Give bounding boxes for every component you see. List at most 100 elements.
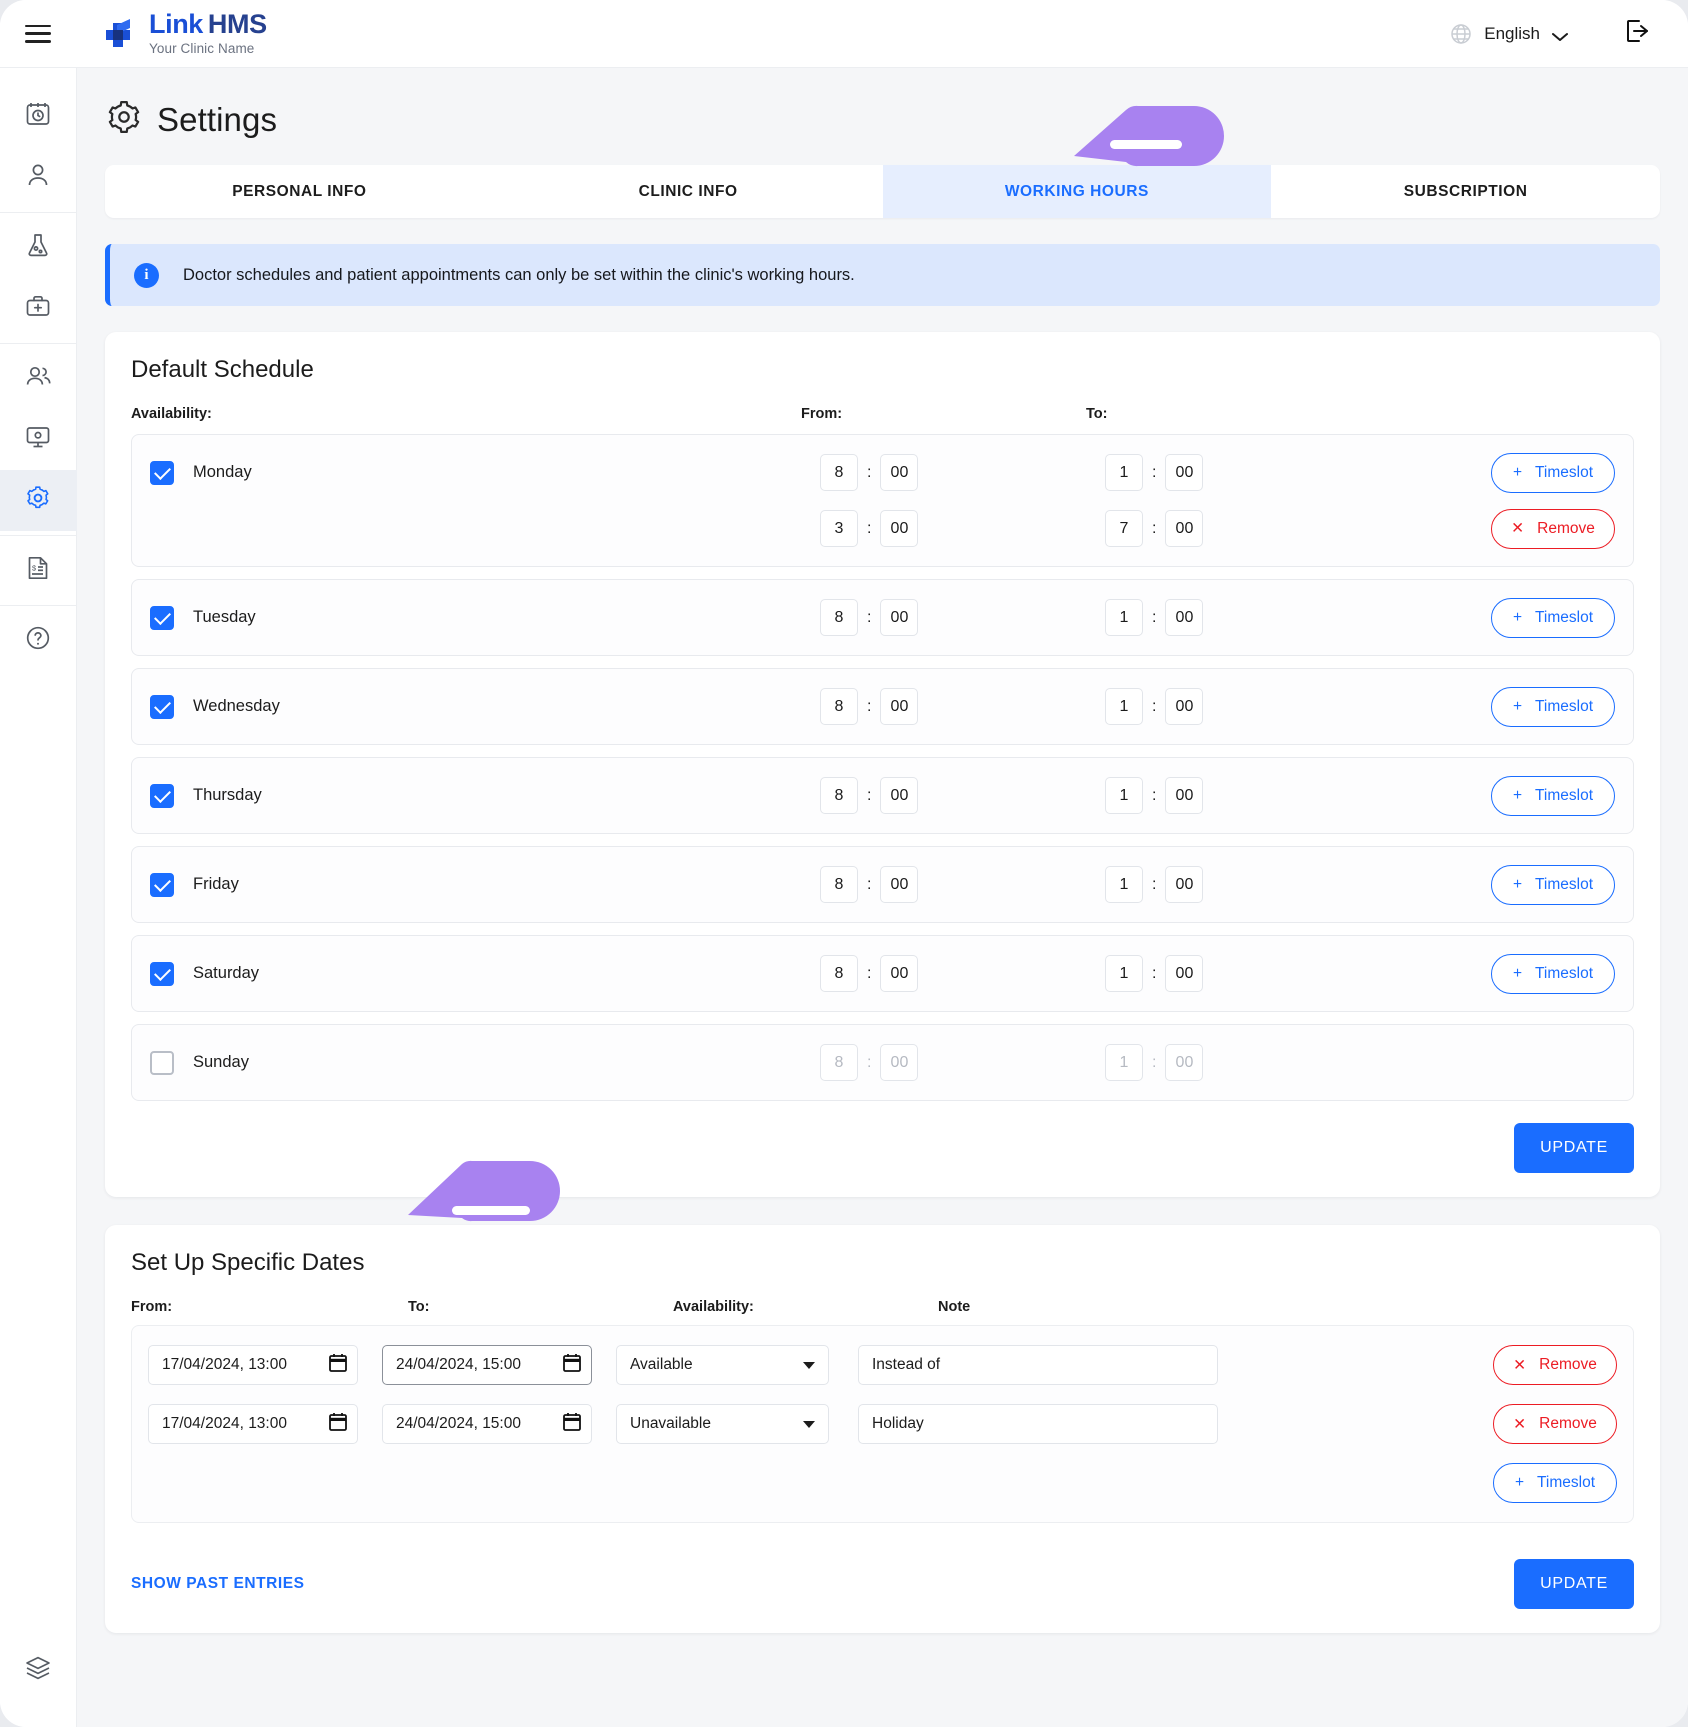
timeslot-line: Friday 8 : 00 1 : 00 + Timeslot	[150, 861, 1615, 908]
from-minute-input[interactable]: 00	[880, 1044, 919, 1081]
specific-dates-column-headers: From: To: Availability: Note	[131, 1299, 1634, 1315]
to-minute-input[interactable]: 00	[1165, 688, 1204, 725]
sidebar-item-billing[interactable]: $	[0, 540, 77, 601]
from-hour-input[interactable]: 8	[820, 599, 858, 636]
checkbox-thursday[interactable]	[150, 783, 174, 808]
to-hour-input[interactable]: 1	[1105, 866, 1143, 903]
note-input-2[interactable]: Holiday	[858, 1404, 1218, 1444]
sidebar-item-laboratory[interactable]	[0, 217, 77, 278]
sidebar-item-patients[interactable]	[0, 147, 77, 208]
plus-icon: +	[1512, 875, 1523, 893]
to-minute-input[interactable]: 00	[1165, 1044, 1204, 1081]
tab-working-hours[interactable]: WORKING HOURS	[882, 165, 1272, 218]
add-timeslot-button-saturday[interactable]: + Timeslot	[1491, 953, 1615, 994]
column-availability: Availability:	[673, 1299, 754, 1315]
checkbox-wednesday[interactable]	[150, 694, 174, 719]
from-minute-input[interactable]: 00	[880, 777, 919, 814]
to-hour-input[interactable]: 1	[1105, 454, 1143, 491]
sidebar-item-workstation[interactable]	[0, 409, 77, 470]
update-specific-dates-button[interactable]: UPDATE	[1514, 1559, 1634, 1609]
from-minute-input[interactable]: 00	[880, 454, 919, 491]
checkbox-monday[interactable]	[150, 460, 174, 485]
to-minute-input[interactable]: 00	[1165, 955, 1204, 992]
add-timeslot-button-thursday[interactable]: + Timeslot	[1491, 775, 1615, 816]
to-hour-input[interactable]: 1	[1105, 777, 1143, 814]
tab-personal-info[interactable]: PERSONAL INFO	[105, 165, 494, 218]
checkbox-friday[interactable]	[150, 872, 174, 897]
to-datetime-input-2[interactable]: 24/04/2024, 15:00	[382, 1404, 592, 1444]
to-hour-input[interactable]: 1	[1105, 599, 1143, 636]
availability-select-2[interactable]: Unavailable	[616, 1404, 829, 1444]
to-minute-input[interactable]: 00	[1165, 866, 1204, 903]
tab-clinic-info[interactable]: CLINIC INFO	[494, 165, 883, 218]
from-hour-input[interactable]: 8	[820, 955, 858, 992]
tab-subscription[interactable]: SUBSCRIPTION	[1271, 165, 1660, 218]
sidebar-item-appointments[interactable]	[0, 86, 77, 147]
to-datetime-input-1[interactable]: 24/04/2024, 15:00	[382, 1345, 592, 1385]
to-hour-input[interactable]: 1	[1105, 1044, 1143, 1081]
logout-icon[interactable]	[1624, 18, 1650, 49]
from-hour-input[interactable]: 8	[820, 454, 858, 491]
show-past-entries-button[interactable]: SHOW PAST ENTRIES	[131, 1575, 305, 1593]
language-selector[interactable]: English	[1450, 23, 1568, 45]
checkbox-tuesday[interactable]	[150, 605, 174, 630]
timeslot-line: Thursday 8 : 00 1 : 00 + Timeslot	[150, 772, 1615, 819]
calendar-icon[interactable]	[329, 1353, 347, 1378]
svg-text:$: $	[32, 564, 36, 573]
from-minute-input[interactable]: 00	[880, 688, 919, 725]
from-datetime-input-2[interactable]: 17/04/2024, 13:00	[148, 1404, 358, 1444]
day-row-tuesday: Tuesday 8 : 00 1 : 00 + Timeslot	[131, 579, 1634, 656]
remove-timeslot-button-monday[interactable]: ✕ Remove	[1491, 508, 1615, 549]
left-sidebar: $	[0, 68, 77, 1727]
app-window: Link HMS Your Clinic Name English $ Sett…	[0, 0, 1688, 1727]
time-separator: :	[867, 964, 872, 982]
plus-icon: +	[1514, 1474, 1525, 1491]
sidebar-item-database[interactable]	[0, 1640, 77, 1701]
to-minute-input[interactable]: 00	[1165, 777, 1204, 814]
timeslot-line: Wednesday 8 : 00 1 : 00 + Timeslot	[150, 683, 1615, 730]
from-minute-input[interactable]: 00	[880, 599, 919, 636]
sidebar-item-help[interactable]	[0, 610, 77, 671]
hamburger-menu-icon[interactable]	[25, 24, 51, 43]
checkbox-sunday[interactable]	[150, 1050, 174, 1075]
to-minute-input[interactable]: 00	[1165, 510, 1204, 547]
add-specific-date-timeslot-button[interactable]: + Timeslot	[1493, 1463, 1617, 1503]
update-default-schedule-button[interactable]: UPDATE	[1514, 1123, 1634, 1173]
from-minute-input[interactable]: 00	[880, 866, 919, 903]
app-logo[interactable]: Link HMS Your Clinic Name	[104, 11, 267, 56]
calendar-icon[interactable]	[329, 1412, 347, 1437]
sidebar-item-services[interactable]	[0, 278, 77, 339]
laboratory-flask-icon	[25, 232, 51, 263]
from-datetime-input-1[interactable]: 17/04/2024, 13:00	[148, 1345, 358, 1385]
checkbox-saturday[interactable]	[150, 961, 174, 986]
time-separator: :	[1152, 964, 1157, 982]
from-minute-input[interactable]: 00	[880, 510, 919, 547]
from-hour-input[interactable]: 8	[820, 866, 858, 903]
add-timeslot-button-wednesday[interactable]: + Timeslot	[1491, 686, 1615, 727]
add-timeslot-label: Timeslot	[1537, 1474, 1596, 1491]
note-input-1[interactable]: Instead of	[858, 1345, 1218, 1385]
from-hour-input[interactable]: 8	[820, 688, 858, 725]
calendar-icon[interactable]	[563, 1412, 581, 1437]
to-minute-input[interactable]: 00	[1165, 599, 1204, 636]
to-hour-input[interactable]: 7	[1105, 510, 1143, 547]
to-hour-input[interactable]: 1	[1105, 955, 1143, 992]
from-hour-input[interactable]: 8	[820, 777, 858, 814]
availability-select-1[interactable]: Available	[616, 1345, 829, 1385]
remove-specific-date-button-1[interactable]: ✕ Remove	[1493, 1345, 1617, 1385]
from-hour-input[interactable]: 3	[820, 510, 858, 547]
calendar-icon[interactable]	[563, 1353, 581, 1378]
to-hour-input[interactable]: 1	[1105, 688, 1143, 725]
from-minute-input[interactable]: 00	[880, 955, 919, 992]
add-timeslot-button-monday[interactable]: + Timeslot	[1491, 452, 1615, 493]
add-timeslot-button-tuesday[interactable]: + Timeslot	[1491, 597, 1615, 638]
add-timeslot-button-friday[interactable]: + Timeslot	[1491, 864, 1615, 905]
sidebar-item-settings[interactable]	[0, 470, 77, 531]
to-minute-input[interactable]: 00	[1165, 454, 1204, 491]
page-title: Settings	[157, 100, 278, 138]
remove-specific-date-button-2[interactable]: ✕ Remove	[1493, 1404, 1617, 1444]
medical-bag-icon	[25, 293, 51, 324]
sidebar-item-staff[interactable]	[0, 348, 77, 409]
info-banner-text: Doctor schedules and patient appointment…	[183, 265, 855, 284]
from-hour-input[interactable]: 8	[820, 1044, 858, 1081]
